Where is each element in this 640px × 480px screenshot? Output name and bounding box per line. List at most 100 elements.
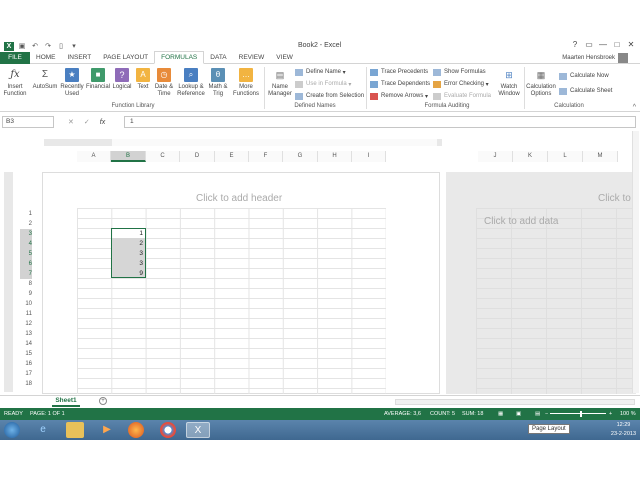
autosum-button[interactable]: Σ AutoSum bbox=[31, 68, 59, 91]
zoom-level[interactable]: 100 % bbox=[620, 408, 636, 420]
more-functions-button[interactable]: … More Functions bbox=[230, 68, 262, 98]
column-header-j[interactable]: J bbox=[478, 151, 513, 162]
column-header-b[interactable]: B bbox=[111, 151, 146, 162]
row-header-5[interactable]: 5 bbox=[20, 249, 32, 259]
zoom-in-icon[interactable]: + bbox=[609, 408, 612, 420]
formula-input[interactable]: 1 bbox=[124, 116, 636, 128]
tab-page-layout[interactable]: PAGE LAYOUT bbox=[97, 52, 154, 64]
row-header-10[interactable]: 10 bbox=[20, 299, 32, 309]
calculation-options-button[interactable]: ▦ Calculation Options bbox=[526, 68, 556, 98]
calculate-sheet-button[interactable]: Calculate Sheet bbox=[559, 86, 612, 96]
file-explorer-icon[interactable] bbox=[66, 422, 84, 438]
watch-window-button[interactable]: ⊞ Watch Window bbox=[496, 68, 522, 98]
row-header-6[interactable]: 6 bbox=[20, 259, 32, 269]
new-document-icon[interactable]: ▯ bbox=[56, 42, 66, 51]
create-from-selection-button[interactable]: Create from Selection bbox=[295, 91, 364, 101]
row-header-4[interactable]: 4 bbox=[20, 239, 32, 249]
tab-data[interactable]: DATA bbox=[204, 52, 232, 64]
use-in-formula-button[interactable]: Use in Formula ▾ bbox=[295, 79, 351, 89]
save-icon[interactable]: ▣ bbox=[17, 42, 27, 51]
column-header-m[interactable]: M bbox=[583, 151, 618, 162]
zoom-slider[interactable] bbox=[550, 413, 606, 414]
tab-review[interactable]: REVIEW bbox=[233, 52, 271, 64]
row-header-15[interactable]: 15 bbox=[20, 349, 32, 359]
normal-view-icon[interactable]: ▦ bbox=[498, 408, 503, 420]
name-manager-button[interactable]: ▤ Name Manager bbox=[266, 68, 294, 98]
sheet-tab-sheet1[interactable]: Sheet1 bbox=[52, 396, 80, 407]
row-header-16[interactable]: 16 bbox=[20, 359, 32, 369]
row-header-14[interactable]: 14 bbox=[20, 339, 32, 349]
logical-button[interactable]: ? Logical bbox=[111, 68, 133, 91]
start-button-icon[interactable] bbox=[4, 422, 20, 438]
cell-b6[interactable]: 3 bbox=[112, 259, 145, 269]
column-header-g[interactable]: G bbox=[283, 151, 318, 162]
define-name-button[interactable]: Define Name ▾ bbox=[295, 67, 346, 77]
cell-grid-right[interactable] bbox=[476, 208, 636, 394]
column-header-c[interactable]: C bbox=[146, 151, 180, 162]
recently-used-button[interactable]: ★ Recently Used bbox=[59, 68, 85, 98]
add-header-placeholder[interactable]: Click to add header bbox=[196, 193, 282, 204]
tab-insert[interactable]: INSERT bbox=[62, 52, 98, 64]
cancel-icon[interactable]: ✕ bbox=[68, 118, 74, 126]
tab-formulas[interactable]: FORMULAS bbox=[154, 51, 205, 64]
error-checking-button[interactable]: Error Checking ▾ bbox=[433, 79, 489, 89]
vertical-scrollbar[interactable] bbox=[632, 131, 639, 393]
add-header-placeholder-right[interactable]: Click to bbox=[598, 193, 631, 204]
date-time-button[interactable]: ◷ Date & Time bbox=[152, 68, 176, 98]
show-formulas-button[interactable]: Show Formulas bbox=[433, 67, 486, 77]
horizontal-scrollbar[interactable] bbox=[395, 399, 635, 405]
financial-button[interactable]: ■ Financial bbox=[85, 68, 111, 91]
lookup-reference-button[interactable]: ⌕ Lookup & Reference bbox=[176, 68, 206, 98]
row-header-7[interactable]: 7 bbox=[20, 269, 32, 279]
evaluate-formula-button[interactable]: Evaluate Formula bbox=[433, 91, 491, 101]
column-header-a[interactable]: A bbox=[77, 151, 111, 162]
column-header-l[interactable]: L bbox=[548, 151, 583, 162]
collapse-ribbon-icon[interactable]: ^ bbox=[633, 104, 636, 111]
help-button[interactable]: ? bbox=[568, 40, 582, 49]
tab-file[interactable]: FILE bbox=[0, 51, 30, 64]
cell-b4[interactable]: 2 bbox=[112, 239, 145, 249]
insert-function-button[interactable]: ƒx Insert Function bbox=[2, 68, 28, 98]
row-header-1[interactable]: 1 bbox=[20, 209, 32, 219]
zoom-out-icon[interactable]: − bbox=[545, 408, 548, 420]
column-header-f[interactable]: F bbox=[249, 151, 283, 162]
column-header-k[interactable]: K bbox=[513, 151, 548, 162]
excel-taskbar-icon[interactable]: X bbox=[186, 422, 210, 438]
row-header-2[interactable]: 2 bbox=[20, 219, 32, 229]
ribbon-display-button[interactable]: ▭ bbox=[582, 40, 596, 49]
column-header-i[interactable]: I bbox=[352, 151, 386, 162]
close-button[interactable]: ✕ bbox=[624, 40, 638, 49]
column-header-h[interactable]: H bbox=[318, 151, 352, 162]
maximize-button[interactable]: □ bbox=[610, 40, 624, 49]
redo-icon[interactable]: ↷ bbox=[43, 42, 53, 51]
page-break-view-icon[interactable]: ▤ bbox=[535, 408, 540, 420]
page-layout-view-icon[interactable]: ▣ bbox=[516, 408, 521, 420]
row-header-18[interactable]: 18 bbox=[20, 379, 32, 389]
add-data-placeholder[interactable]: Click to add data bbox=[484, 216, 559, 227]
trace-dependents-button[interactable]: Trace Dependents bbox=[370, 79, 430, 89]
minimize-button[interactable]: — bbox=[596, 40, 610, 49]
column-header-d[interactable]: D bbox=[180, 151, 215, 162]
zoom-slider-thumb[interactable] bbox=[580, 411, 582, 417]
calculate-now-button[interactable]: Calculate Now bbox=[559, 71, 609, 81]
row-header-11[interactable]: 11 bbox=[20, 309, 32, 319]
column-header-e[interactable]: E bbox=[215, 151, 249, 162]
user-account[interactable]: Maarten Hensbroek bbox=[562, 52, 628, 64]
add-sheet-icon[interactable]: + bbox=[99, 397, 107, 405]
cell-b3[interactable]: 1 bbox=[112, 229, 145, 239]
math-trig-button[interactable]: θ Math & Trig bbox=[206, 68, 230, 98]
insert-function-icon[interactable]: fx bbox=[100, 119, 105, 126]
row-header-17[interactable]: 17 bbox=[20, 369, 32, 379]
row-header-9[interactable]: 9 bbox=[20, 289, 32, 299]
row-header-3[interactable]: 3 bbox=[20, 229, 32, 239]
row-header-13[interactable]: 13 bbox=[20, 329, 32, 339]
tab-home[interactable]: HOME bbox=[30, 52, 62, 64]
cell-b5[interactable]: 3 bbox=[112, 249, 145, 259]
name-box[interactable]: B3 bbox=[2, 116, 54, 128]
internet-explorer-icon[interactable]: e bbox=[34, 422, 52, 438]
media-player-icon[interactable]: ▶ bbox=[98, 422, 116, 438]
undo-icon[interactable]: ↶ bbox=[30, 42, 40, 51]
enter-icon[interactable]: ✓ bbox=[84, 118, 90, 126]
tab-view[interactable]: VIEW bbox=[270, 52, 299, 64]
system-clock[interactable]: 12:29 23-2-2013 bbox=[611, 421, 636, 439]
